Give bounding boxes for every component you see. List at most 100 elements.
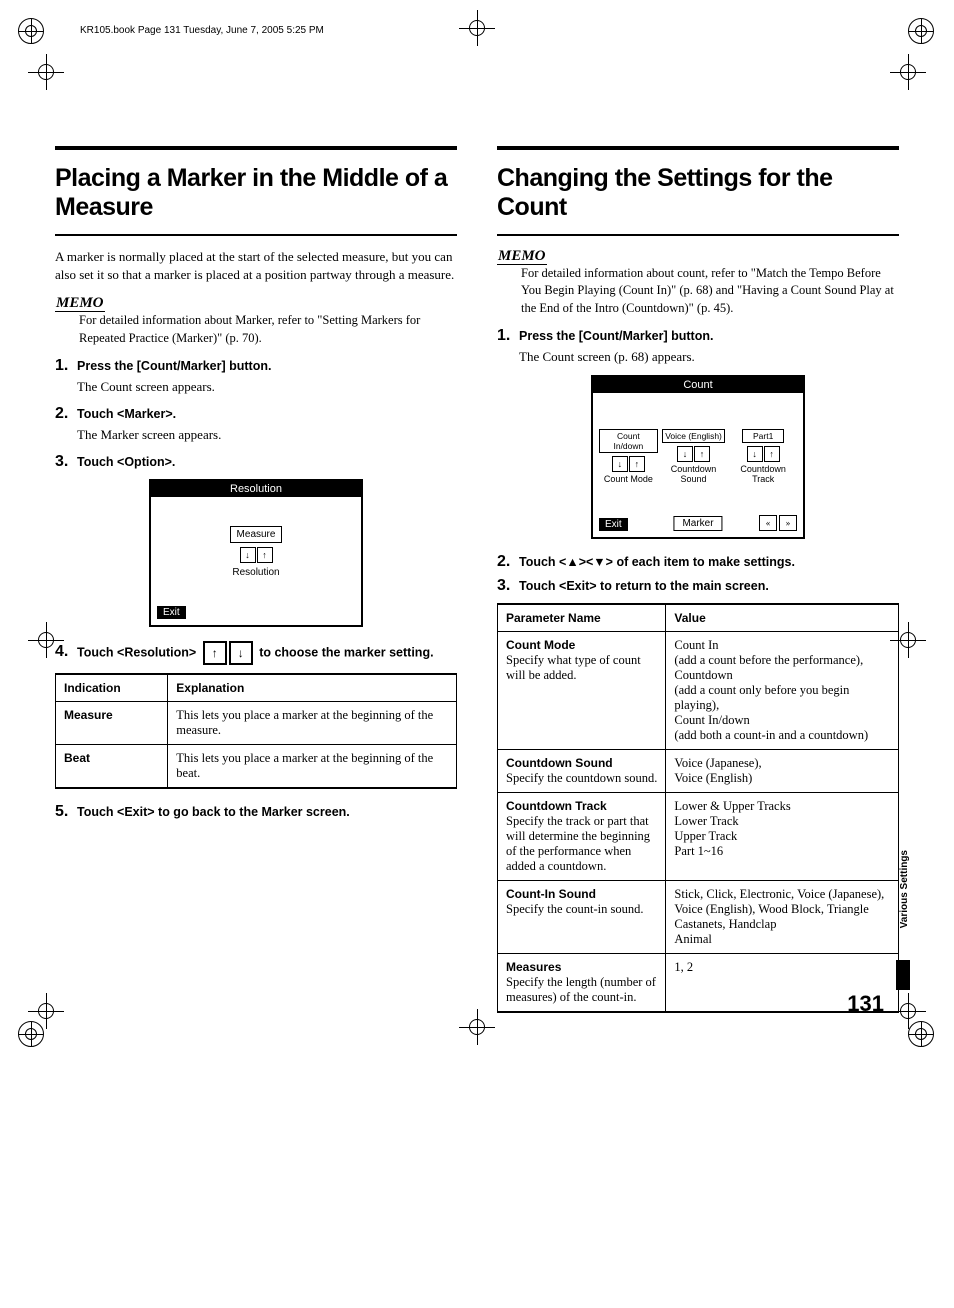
down-arrow-icon: ↓ — [240, 547, 256, 563]
count-box: Part1 — [742, 429, 784, 443]
param-name: Measures — [506, 960, 561, 974]
step-number: 5. — [55, 803, 77, 821]
screen-exit-button: Exit — [599, 518, 628, 531]
intro-text: A marker is normally placed at the start… — [55, 248, 457, 286]
table-cell: Count-In Sound Specify the count-in soun… — [498, 881, 666, 954]
param-desc: Specify the track or part that will dete… — [506, 814, 650, 873]
parameter-table: Parameter Name Value Count Mode Specify … — [497, 603, 899, 1013]
screen-value-box: Measure — [230, 526, 283, 543]
table-header: Parameter Name — [498, 604, 666, 632]
step-number: 3. — [55, 453, 77, 471]
section-title-right: Changing the Settings for the Count — [497, 164, 899, 222]
crop-mark-icon — [888, 991, 928, 1031]
param-name: Countdown Sound — [506, 756, 613, 770]
memo-icon: MEMO — [497, 249, 547, 265]
crop-mark-icon — [888, 620, 928, 660]
step-number: 3. — [497, 577, 519, 595]
down-arrow-icon: ↓ — [747, 446, 763, 462]
step4-text-b: to choose the marker setting. — [259, 645, 433, 659]
left-column: Placing a Marker in the Middle of a Meas… — [55, 146, 457, 1027]
step-2: 2. Touch <▲><▼> of each item to make set… — [497, 553, 899, 571]
crop-mark-icon — [26, 52, 66, 92]
down-arrow-icon: ↓ — [229, 641, 253, 665]
indication-table: Indication Explanation Measure This lets… — [55, 673, 457, 789]
param-name: Count-In Sound — [506, 887, 596, 901]
resolution-screen: Resolution Measure ↓ ↑ Resolution Exit — [149, 479, 363, 627]
table-cell: This lets you place a marker at the begi… — [168, 702, 457, 745]
step-instruction: Touch <Option>. — [77, 455, 457, 469]
memo-icon: MEMO — [55, 296, 105, 312]
step-number: 1. — [55, 357, 77, 375]
step-instruction: Press the [Count/Marker] button. — [519, 329, 899, 343]
param-desc: Specify the countdown sound. — [506, 771, 657, 785]
count-label: Countdown Track — [729, 464, 797, 484]
param-name: Countdown Track — [506, 799, 607, 813]
up-arrow-icon: ↑ — [694, 446, 710, 462]
step-1: 1. Press the [Count/Marker] button. — [497, 327, 899, 345]
table-cell: Measure — [56, 702, 168, 745]
step-instruction: Touch <Marker>. — [77, 407, 457, 421]
crop-mark-icon — [457, 8, 497, 48]
count-mode-column: Count In/down ↓↑ Count Mode — [599, 429, 658, 509]
page-number: 131 — [847, 991, 884, 1017]
step-instruction: Press the [Count/Marker] button. — [77, 359, 457, 373]
prev-page-icon: « — [759, 515, 777, 531]
registration-mark-icon — [18, 18, 46, 46]
screen-nav-buttons: « » — [759, 515, 797, 531]
page: KR105.book Page 131 Tuesday, June 7, 200… — [0, 0, 954, 1067]
rule — [497, 228, 899, 236]
table-header: Explanation — [168, 674, 457, 702]
table-cell: Countdown Sound Specify the countdown so… — [498, 750, 666, 793]
screen-arrow-buttons: ↓ ↑ — [240, 547, 273, 563]
down-arrow-icon: ↓ — [612, 456, 628, 472]
side-tab-marker — [896, 960, 910, 990]
rule — [55, 146, 457, 150]
table-cell: This lets you place a marker at the begi… — [168, 745, 457, 789]
step-result: The Count screen appears. — [77, 379, 457, 395]
table-cell: Measures Specify the length (number of m… — [498, 954, 666, 1013]
rule — [55, 228, 457, 236]
step-number: 2. — [497, 553, 519, 571]
param-desc: Specify the length (number of measures) … — [506, 975, 656, 1004]
crop-mark-icon — [457, 1007, 497, 1047]
step4-text-a: Touch <Resolution> — [77, 645, 196, 659]
content-columns: Placing a Marker in the Middle of a Meas… — [55, 146, 899, 1027]
count-screen: Count Count In/down ↓↑ Count Mode Voice … — [591, 375, 805, 539]
crop-mark-icon — [26, 991, 66, 1031]
table-cell: Count Mode Specify what type of count wi… — [498, 632, 666, 750]
count-label: Countdown Sound — [658, 464, 730, 484]
step-number: 1. — [497, 327, 519, 345]
countdown-sound-column: Voice (English) ↓↑ Countdown Sound — [658, 429, 730, 509]
param-name: Count Mode — [506, 638, 575, 652]
step-5: 5. Touch <Exit> to go back to the Marker… — [55, 803, 457, 821]
next-page-icon: » — [779, 515, 797, 531]
step-result: The Marker screen appears. — [77, 427, 457, 443]
table-cell: Countdown Track Specify the track or par… — [498, 793, 666, 881]
right-column: Changing the Settings for the Count MEMO… — [497, 146, 899, 1027]
count-box: Voice (English) — [662, 429, 725, 443]
step-number: 2. — [55, 405, 77, 423]
memo-block: MEMO For detailed information about coun… — [497, 248, 899, 318]
step-3: 3. Touch <Exit> to return to the main sc… — [497, 577, 899, 595]
param-desc: Specify what type of count will be added… — [506, 653, 641, 682]
screen-label: Resolution — [161, 567, 351, 578]
down-arrow-icon: ↓ — [677, 446, 693, 462]
table-header: Value — [666, 604, 899, 632]
rule — [497, 146, 899, 150]
count-label: Count Mode — [599, 474, 658, 484]
up-arrow-icon: ↑ — [203, 641, 227, 665]
crop-mark-icon — [888, 52, 928, 92]
count-box: Count In/down — [599, 429, 658, 453]
table-cell: Lower & Upper Tracks Lower Track Upper T… — [666, 793, 899, 881]
memo-text: For detailed information about count, re… — [521, 265, 899, 318]
screen-exit-button: Exit — [157, 606, 186, 619]
memo-text: For detailed information about Marker, r… — [79, 312, 457, 347]
table-cell: Beat — [56, 745, 168, 789]
memo-block: MEMO For detailed information about Mark… — [55, 295, 457, 347]
step-result: The Count screen (p. 68) appears. — [519, 349, 899, 365]
screen-title: Resolution — [151, 481, 361, 497]
up-arrow-icon: ↑ — [764, 446, 780, 462]
up-arrow-icon: ↑ — [257, 547, 273, 563]
screen-marker-button: Marker — [673, 516, 722, 531]
registration-mark-icon — [908, 18, 936, 46]
